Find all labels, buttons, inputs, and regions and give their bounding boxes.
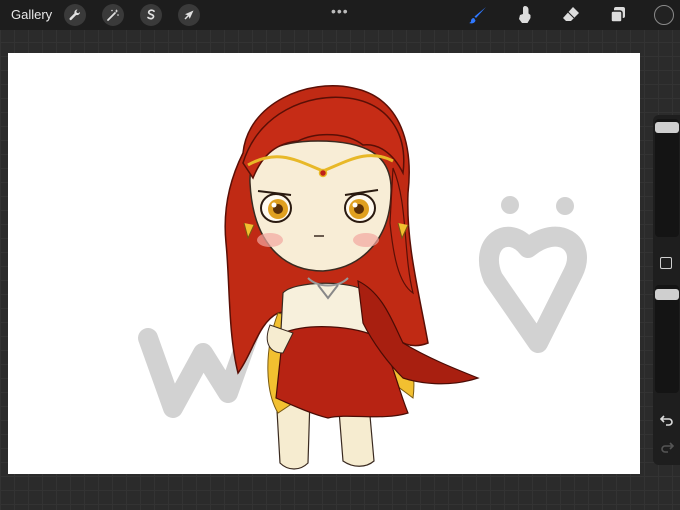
opacity-thumb[interactable]	[655, 289, 679, 300]
opacity-slider[interactable]	[655, 285, 679, 393]
brush-size-slider[interactable]	[655, 119, 679, 237]
brush-sidebar	[653, 115, 680, 465]
adjustments-button[interactable]	[102, 4, 124, 26]
brush-button[interactable]	[466, 4, 490, 26]
more-menu-button[interactable]: •••	[331, 3, 349, 19]
artwork-chibi-illustration	[138, 85, 587, 470]
brush-size-thumb[interactable]	[655, 122, 679, 133]
smudge-icon	[519, 6, 531, 23]
selection-s-icon	[147, 9, 155, 20]
redo-icon	[661, 442, 674, 453]
undo-icon	[660, 415, 673, 426]
gallery-button[interactable]: Gallery	[11, 7, 52, 22]
transform-button[interactable]	[178, 4, 200, 26]
brush-icon	[469, 7, 486, 24]
redo-button[interactable]	[658, 439, 676, 455]
arrow-cursor-icon	[184, 10, 194, 20]
undo-button[interactable]	[658, 412, 676, 428]
smudge-button[interactable]	[512, 4, 536, 26]
selection-button[interactable]	[140, 4, 162, 26]
magic-wand-icon	[107, 9, 119, 21]
top-toolbar: Gallery •••	[0, 0, 680, 30]
modify-button[interactable]	[660, 257, 672, 269]
color-picker-icon[interactable]	[654, 5, 674, 25]
eraser-button[interactable]	[559, 4, 583, 26]
layers-icon	[610, 7, 625, 23]
eraser-icon	[563, 7, 579, 21]
layers-button[interactable]	[606, 4, 630, 26]
actions-button[interactable]	[64, 4, 86, 26]
drawing-canvas[interactable]	[8, 53, 640, 474]
wrench-icon	[69, 9, 81, 21]
